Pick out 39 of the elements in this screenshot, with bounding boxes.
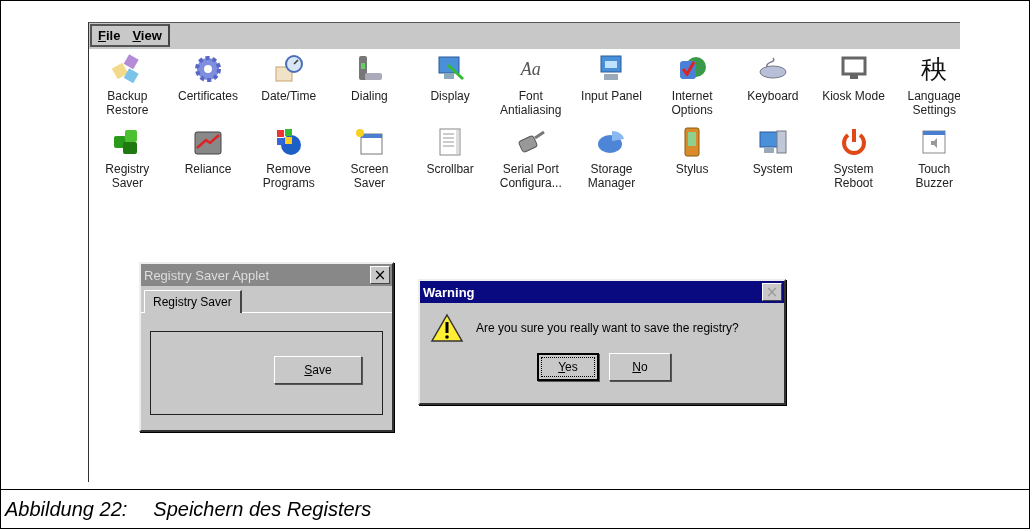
window-title: Registry Saver Applet bbox=[144, 267, 269, 283]
warning-icon bbox=[430, 313, 464, 343]
icon-label[interactable]: Storage Manager bbox=[587, 162, 636, 190]
icon-label[interactable]: Serial Port Configura... bbox=[499, 162, 562, 190]
message-text: Are you sure you really want to save the registry? bbox=[476, 321, 739, 335]
icon-label[interactable]: Dialing bbox=[351, 89, 388, 103]
icon-label[interactable]: Scrollbar bbox=[426, 162, 474, 176]
calendar-clock-icon[interactable] bbox=[272, 53, 305, 85]
glyph-icon[interactable]: 秧 bbox=[921, 53, 948, 85]
icon-label[interactable]: Reliance bbox=[184, 162, 232, 176]
caption-label: Abbildung 22: bbox=[5, 497, 128, 521]
caption-text: Speichern des Registers bbox=[153, 497, 372, 521]
icon-label[interactable]: Certificates bbox=[178, 89, 239, 103]
window-sun-icon[interactable] bbox=[353, 126, 386, 158]
icon-label[interactable]: Kiosk Mode bbox=[822, 89, 885, 103]
icon-label[interactable]: Backup Restore bbox=[106, 89, 149, 117]
no-button[interactable]: No bbox=[609, 353, 671, 381]
glyph-icon[interactable]: Aa bbox=[520, 53, 541, 85]
icon-label[interactable]: Keyboard bbox=[747, 89, 799, 103]
icon-label[interactable]: System bbox=[752, 162, 793, 176]
icon-label[interactable]: Input Panel bbox=[581, 89, 642, 103]
icon-label[interactable]: Stylus bbox=[675, 162, 709, 176]
icon-label[interactable]: Touch Buzzer bbox=[915, 162, 953, 190]
yes-button[interactable]: Yes bbox=[537, 353, 599, 381]
save-button[interactable]: Save bbox=[274, 356, 362, 384]
icon-label[interactable]: Internet Options bbox=[671, 89, 713, 117]
window-title: Warning bbox=[423, 284, 475, 300]
icon-label[interactable]: Date/Time bbox=[261, 89, 317, 103]
icon-label[interactable]: Registry Saver bbox=[105, 162, 150, 190]
icon-label[interactable]: Screen Saver bbox=[350, 162, 389, 190]
close-button[interactable]: × bbox=[370, 266, 390, 284]
tab[interactable]: Registry Saver bbox=[144, 290, 242, 313]
icon-label[interactable]: Language Settings bbox=[907, 89, 960, 117]
menu-item[interactable]: View bbox=[132, 28, 162, 43]
menu-item[interactable]: File bbox=[98, 28, 121, 43]
icon-label[interactable]: Display bbox=[430, 89, 470, 103]
icon-label[interactable]: Font Antialiasing bbox=[500, 89, 562, 117]
icon-label[interactable]: Remove Programs bbox=[262, 162, 315, 190]
icon-label[interactable]: System Reboot bbox=[833, 162, 874, 190]
